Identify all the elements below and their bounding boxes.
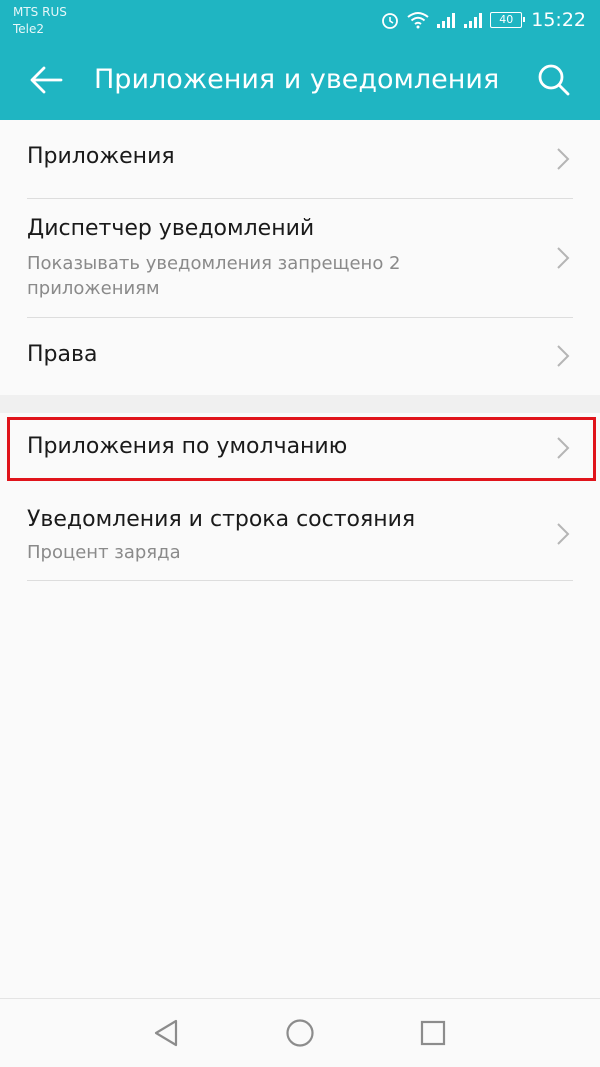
list-item-notifications-status-bar[interactable]: Уведомления и строка состояния Процент з… <box>0 487 600 580</box>
list-item-label: Уведомления и строка состояния <box>27 507 416 532</box>
home-circle-icon <box>286 1019 314 1047</box>
battery-icon: 40 <box>490 12 526 28</box>
nav-back-button[interactable] <box>148 1015 184 1051</box>
highlight-box <box>7 417 596 481</box>
carrier-1: MTS RUS <box>13 5 67 19</box>
wifi-icon <box>407 12 429 29</box>
signal-icon <box>464 13 483 28</box>
list-item-subtitle: Показывать уведомления запрещено 2 прило… <box>27 253 401 299</box>
recents-square-icon <box>420 1020 446 1046</box>
search-icon <box>538 64 570 96</box>
status-icons: 40 15:22 <box>380 6 586 34</box>
clock: 15:22 <box>531 9 586 31</box>
list-item-label: Права <box>27 342 98 367</box>
chevron-right-icon <box>557 247 570 269</box>
carrier-info: MTS RUS Tele2 <box>13 4 67 38</box>
signal-icon <box>437 13 456 28</box>
chevron-right-icon <box>557 523 570 545</box>
list-item-notification-manager[interactable]: Диспетчер уведомлений Показывать уведомл… <box>0 199 600 317</box>
carrier-2: Tele2 <box>13 22 45 36</box>
chevron-right-icon <box>557 148 570 170</box>
divider <box>27 580 573 581</box>
status-bar: MTS RUS Tele2 40 15:22 <box>0 0 600 40</box>
list-item-apps[interactable]: Приложения <box>0 120 600 198</box>
back-triangle-icon <box>154 1019 178 1047</box>
list-item-label: Диспетчер уведомлений <box>27 216 315 241</box>
search-button[interactable] <box>532 58 576 102</box>
app-bar: Приложения и уведомления <box>0 40 600 120</box>
nav-recents-button[interactable] <box>415 1015 451 1051</box>
alarm-icon <box>382 13 399 29</box>
nav-home-button[interactable] <box>282 1015 318 1051</box>
settings-group-1: Приложения Диспетчер уведомлений Показыв… <box>0 120 600 395</box>
settings-group-2: Приложения по умолчанию Уведомления и ст… <box>0 413 600 998</box>
section-gap <box>0 395 600 413</box>
list-item-permissions[interactable]: Права <box>0 318 600 395</box>
back-button[interactable] <box>24 58 68 102</box>
chevron-right-icon <box>557 345 570 367</box>
navigation-bar <box>0 998 600 1067</box>
page-title: Приложения и уведомления <box>94 64 500 95</box>
list-item-subtitle: Процент заряда <box>27 542 181 563</box>
list-item-label: Приложения <box>27 144 175 169</box>
arrow-left-icon <box>30 66 63 94</box>
